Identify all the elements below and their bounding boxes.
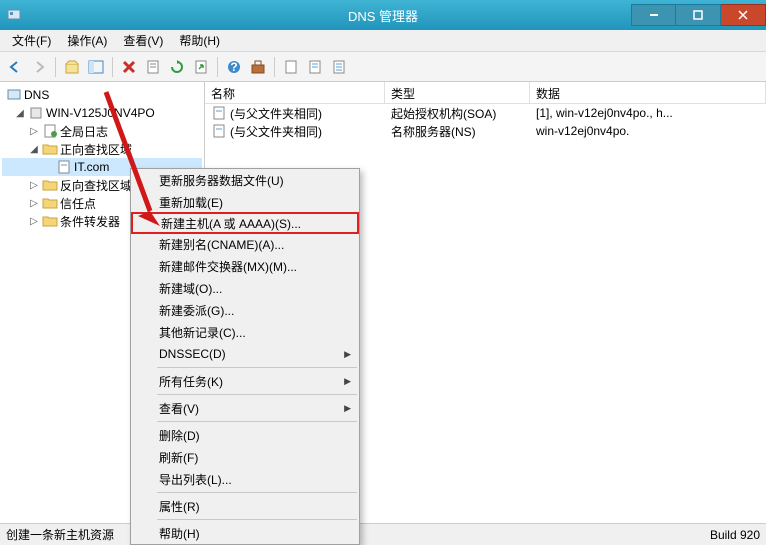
menu-file[interactable]: 文件(F) [4, 30, 59, 51]
statusbar: 创建一条新主机资源 Build 920 [0, 523, 766, 545]
ctx-export[interactable]: 导出列表(L)... [131, 468, 359, 490]
tree-label: DNS [24, 88, 49, 102]
tool-button-4[interactable] [328, 56, 350, 78]
col-name[interactable]: 名称 [205, 82, 385, 103]
folder-icon [42, 177, 58, 193]
expand-icon[interactable]: ▷ [28, 180, 40, 191]
tree-global-log[interactable]: ▷ 全局日志 [2, 122, 202, 140]
record-icon [211, 105, 227, 121]
tree-label: 全局日志 [60, 123, 108, 140]
tree-label: 正向查找区域 [60, 141, 132, 158]
submenu-arrow-icon: ▶ [344, 349, 351, 360]
ctx-help[interactable]: 帮助(H) [131, 522, 359, 544]
ctx-update-server[interactable]: 更新服务器数据文件(U) [131, 169, 359, 191]
folder-icon [42, 213, 58, 229]
tool-button-1[interactable] [247, 56, 269, 78]
tree-label: 信任点 [60, 195, 96, 212]
cell-data: [1], win-v12ej0nv4po., h... [536, 106, 673, 120]
tree-label: IT.com [74, 160, 109, 174]
maximize-button[interactable] [676, 4, 721, 26]
folder-icon [42, 141, 58, 157]
export-button[interactable] [190, 56, 212, 78]
expand-icon[interactable]: ▷ [28, 198, 40, 209]
menu-separator [157, 492, 357, 493]
refresh-button[interactable] [166, 56, 188, 78]
app-icon [6, 7, 22, 23]
tree-fwd-zones[interactable]: ◢ 正向查找区域 [2, 140, 202, 158]
record-icon [211, 123, 227, 139]
minimize-button[interactable] [631, 4, 676, 26]
submenu-arrow-icon: ▶ [344, 403, 351, 414]
ctx-new-domain[interactable]: 新建域(O)... [131, 277, 359, 299]
list-row[interactable]: (与父文件夹相同) 名称服务器(NS) win-v12ej0nv4po. [205, 122, 766, 140]
back-button[interactable] [4, 56, 26, 78]
expand-icon[interactable]: ▷ [28, 216, 40, 227]
cell-data: win-v12ej0nv4po. [536, 124, 629, 138]
ctx-view[interactable]: 查看(V)▶ [131, 397, 359, 419]
tool-button-2[interactable] [280, 56, 302, 78]
tree-server[interactable]: ◢ WIN-V125J0NV4PO [2, 104, 202, 122]
tree-root[interactable]: DNS [2, 86, 202, 104]
tree-label: 反向查找区域 [60, 177, 132, 194]
context-menu: 更新服务器数据文件(U) 重新加载(E) 新建主机(A 或 AAAA)(S)..… [130, 168, 360, 545]
collapse-icon[interactable]: ◢ [28, 144, 40, 155]
list-row[interactable]: (与父文件夹相同) 起始授权机构(SOA) [1], win-v12ej0nv4… [205, 104, 766, 122]
toolbar: ? [0, 52, 766, 82]
show-hide-tree-button[interactable] [85, 56, 107, 78]
svg-text:?: ? [230, 60, 237, 74]
menu-action[interactable]: 操作(A) [59, 30, 115, 51]
ctx-new-cname[interactable]: 新建别名(CNAME)(A)... [131, 233, 359, 255]
properties-button[interactable] [142, 56, 164, 78]
up-button[interactable] [61, 56, 83, 78]
forward-button[interactable] [28, 56, 50, 78]
folder-icon [42, 195, 58, 211]
col-data[interactable]: 数据 [530, 82, 766, 103]
dns-icon [6, 87, 22, 103]
server-icon [28, 105, 44, 121]
tree-label: WIN-V125J0NV4PO [46, 106, 155, 120]
ctx-all-tasks[interactable]: 所有任务(K)▶ [131, 370, 359, 392]
ctx-dnssec[interactable]: DNSSEC(D)▶ [131, 343, 359, 365]
ctx-other-records[interactable]: 其他新记录(C)... [131, 321, 359, 343]
ctx-delete[interactable]: 删除(D) [131, 424, 359, 446]
ctx-reload[interactable]: 重新加载(E) [131, 191, 359, 213]
help-button[interactable]: ? [223, 56, 245, 78]
menu-separator [157, 519, 357, 520]
column-headers: 名称 类型 数据 [205, 82, 766, 104]
ctx-properties[interactable]: 属性(R) [131, 495, 359, 517]
zone-icon [56, 159, 72, 175]
titlebar: DNS 管理器 [0, 0, 766, 30]
menu-view[interactable]: 查看(V) [115, 30, 171, 51]
col-type[interactable]: 类型 [385, 82, 530, 103]
window-title: DNS 管理器 [348, 6, 418, 25]
ctx-new-delegation[interactable]: 新建委派(G)... [131, 299, 359, 321]
log-icon [42, 123, 58, 139]
cell-type: 起始授权机构(SOA) [391, 105, 496, 122]
build-text: Build 920 [710, 528, 760, 542]
ctx-new-mx[interactable]: 新建邮件交换器(MX)(M)... [131, 255, 359, 277]
cell-type: 名称服务器(NS) [391, 123, 476, 140]
tool-button-3[interactable] [304, 56, 326, 78]
tree-label: 条件转发器 [60, 213, 120, 230]
menu-separator [157, 394, 357, 395]
expand-icon[interactable]: ▷ [28, 126, 40, 137]
collapse-icon[interactable]: ◢ [14, 108, 26, 119]
status-text: 创建一条新主机资源 [6, 526, 114, 543]
menu-separator [157, 367, 357, 368]
delete-button[interactable] [118, 56, 140, 78]
cell-name: (与父文件夹相同) [230, 123, 322, 140]
ctx-new-host[interactable]: 新建主机(A 或 AAAA)(S)... [131, 212, 359, 234]
menubar: 文件(F) 操作(A) 查看(V) 帮助(H) [0, 30, 766, 52]
ctx-refresh[interactable]: 刷新(F) [131, 446, 359, 468]
cell-name: (与父文件夹相同) [230, 105, 322, 122]
submenu-arrow-icon: ▶ [344, 376, 351, 387]
menu-help[interactable]: 帮助(H) [171, 30, 228, 51]
menu-separator [157, 421, 357, 422]
close-button[interactable] [721, 4, 766, 26]
